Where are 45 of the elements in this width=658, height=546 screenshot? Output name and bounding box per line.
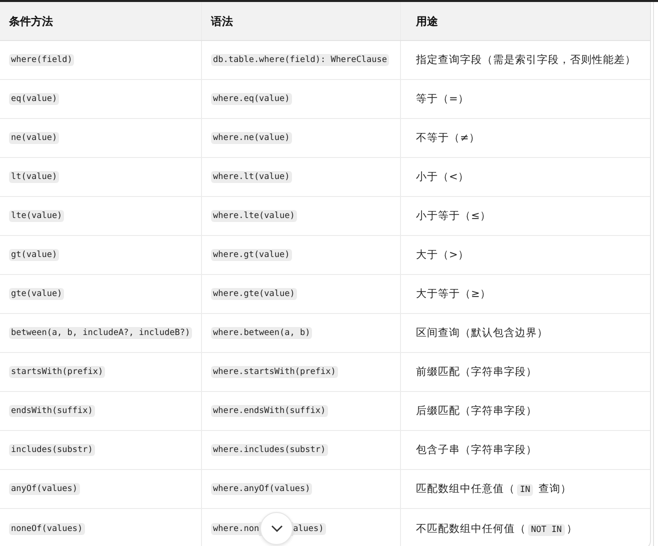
method-code: gt(value) [9,249,60,261]
usage-text: 指定查询字段（需是索引字段，否则性能差） [416,53,636,67]
syntax-code: where.non [211,522,260,534]
method-code: lte(value) [9,210,64,222]
syntax-code: where.between(a, b) [211,327,312,339]
usage-text: 包含子串（字符串字段） [416,443,537,457]
usage-text: 小于（<） [416,170,469,184]
chevron-down-icon [270,525,282,532]
syntax-code: where.anyOf(values) [211,483,312,495]
method-code: where(field) [9,54,74,66]
syntax-code: alues) [293,522,326,534]
usage-text: 不等于（≠） [416,131,480,145]
syntax-code: where.gte(value) [211,288,297,300]
syntax-code: db.table.where(field): WhereClause [211,54,389,66]
syntax-code: where.includes(substr) [211,444,328,456]
syntax-code: where.lt(value) [211,171,292,183]
syntax-code: where.startsWith(prefix) [211,366,338,378]
column-header: 语法 [211,14,233,28]
method-code: eq(value) [9,93,60,105]
column-header: 用途 [416,14,438,28]
method-code: startsWith(prefix) [9,366,106,378]
method-code: ne(value) [9,132,60,144]
usage-text: 匹配数组中任意值（ IN 查询） [416,482,572,496]
method-code: includes(substr) [9,444,95,456]
method-code: lt(value) [9,171,60,183]
usage-text: 等于（=） [416,92,469,106]
scroll-down-button[interactable] [260,512,293,545]
usage-text: 后缀匹配（字符串字段） [416,404,537,418]
syntax-code: where.eq(value) [211,93,292,105]
method-code: endsWith(suffix) [9,405,95,417]
syntax-code: where.gt(value) [211,249,292,261]
column-header: 条件方法 [9,14,53,28]
usage-text: 大于等于（≥） [416,287,491,301]
method-code: between(a, b, includeA?, includeB?) [9,327,192,339]
method-code: noneOf(values) [9,522,85,534]
usage-text: 前缀匹配（字符串字段） [416,365,537,379]
usage-text: 大于（>） [416,248,469,262]
usage-text: 区间查询（默认包含边界） [416,326,548,340]
syntax-code: where.endsWith(suffix) [211,405,328,417]
usage-text: 不匹配数组中任何值（ NOT IN ） [416,522,578,536]
method-code: anyOf(values) [9,483,80,495]
method-code: gte(value) [9,288,64,300]
usage-text: 小于等于（≤） [416,209,491,223]
syntax-code: where.ne(value) [211,132,292,144]
syntax-code: where.lte(value) [211,210,297,222]
